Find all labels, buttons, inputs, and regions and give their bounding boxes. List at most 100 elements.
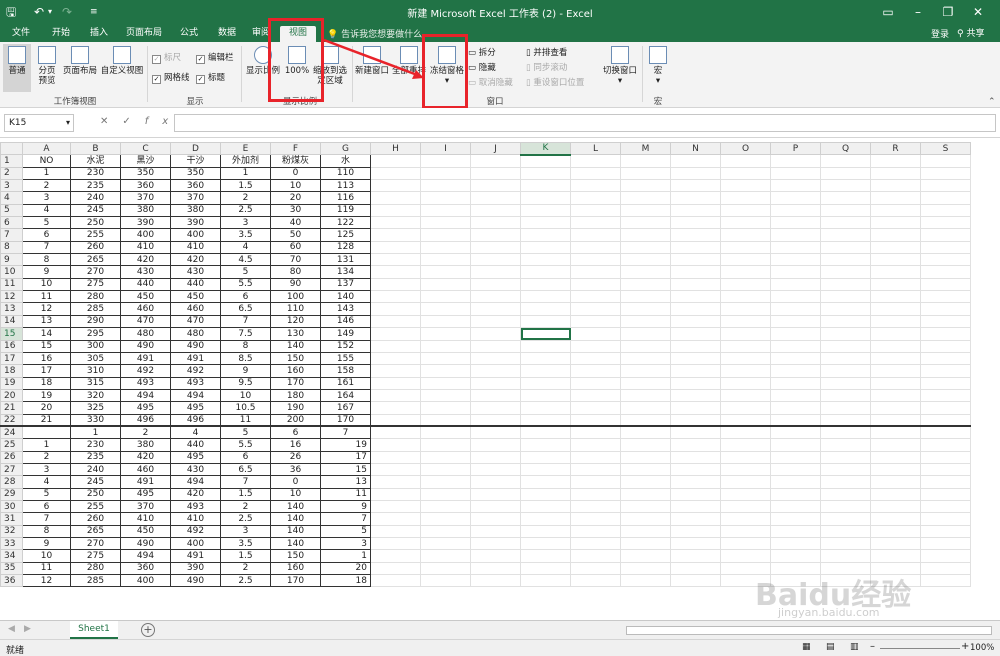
cell[interactable]: 140 xyxy=(270,499,321,514)
cell[interactable]: 10 xyxy=(270,487,321,501)
cell[interactable]: 7.5 xyxy=(220,327,271,341)
column-header[interactable]: N xyxy=(670,142,721,156)
cell[interactable] xyxy=(370,351,421,366)
cell[interactable] xyxy=(620,549,671,563)
cell[interactable] xyxy=(420,364,471,378)
cell[interactable] xyxy=(520,277,571,292)
cell[interactable]: 310 xyxy=(70,364,121,378)
cell[interactable] xyxy=(820,549,871,563)
cell[interactable]: 125 xyxy=(320,228,371,242)
cell[interactable]: 155 xyxy=(320,351,371,366)
cell[interactable] xyxy=(870,425,921,440)
page-layout-status-icon[interactable]: ▤ xyxy=(826,642,835,652)
cell[interactable] xyxy=(420,203,471,218)
cell[interactable] xyxy=(920,265,971,279)
cell[interactable]: 12 xyxy=(22,302,71,316)
cell[interactable] xyxy=(870,364,921,378)
cell[interactable] xyxy=(770,364,821,378)
cell[interactable]: 265 xyxy=(70,253,121,267)
cell[interactable] xyxy=(370,253,421,267)
row-header[interactable]: 20 xyxy=(0,388,23,403)
cell[interactable]: 6 xyxy=(270,425,321,440)
cell[interactable] xyxy=(920,574,971,588)
cell[interactable]: 360 xyxy=(170,179,221,193)
cell[interactable] xyxy=(570,154,621,168)
cell[interactable] xyxy=(370,388,421,403)
cell[interactable] xyxy=(420,512,471,526)
cell[interactable] xyxy=(820,351,871,366)
column-header[interactable]: M xyxy=(620,142,671,156)
cell[interactable]: 410 xyxy=(120,512,171,526)
cell[interactable]: 380 xyxy=(120,203,171,218)
cell[interactable]: 491 xyxy=(170,351,221,366)
cell[interactable]: 400 xyxy=(170,228,221,242)
cell[interactable]: 外加剂 xyxy=(220,154,271,168)
cell[interactable]: 7 xyxy=(22,512,71,526)
cell[interactable] xyxy=(520,191,571,205)
cell[interactable]: 330 xyxy=(70,413,121,427)
cell[interactable] xyxy=(370,413,421,427)
cell[interactable] xyxy=(720,314,771,329)
cell[interactable] xyxy=(570,388,621,403)
cell[interactable]: 110 xyxy=(270,302,321,316)
cell[interactable] xyxy=(370,228,421,242)
cell[interactable] xyxy=(770,154,821,168)
cell[interactable] xyxy=(520,425,571,440)
cell[interactable] xyxy=(570,524,621,539)
cell[interactable] xyxy=(920,290,971,304)
cell[interactable] xyxy=(570,499,621,514)
row-header[interactable]: 3 xyxy=(0,179,23,193)
cell[interactable] xyxy=(670,549,721,563)
cell[interactable] xyxy=(770,536,821,551)
cell[interactable] xyxy=(620,327,671,341)
cell[interactable]: 315 xyxy=(70,376,121,390)
cell[interactable] xyxy=(620,561,671,576)
row-header[interactable]: 26 xyxy=(0,450,23,464)
row-header[interactable]: 9 xyxy=(0,253,23,267)
cell[interactable] xyxy=(470,462,521,477)
row-header[interactable]: 24 xyxy=(0,425,23,440)
cell[interactable]: 410 xyxy=(170,512,221,526)
cell[interactable] xyxy=(770,499,821,514)
cell[interactable]: 490 xyxy=(120,339,171,353)
cell[interactable] xyxy=(620,339,671,353)
cell[interactable] xyxy=(670,574,721,588)
cell[interactable] xyxy=(520,351,571,366)
cell[interactable] xyxy=(870,413,921,427)
cell[interactable] xyxy=(420,561,471,576)
cell[interactable] xyxy=(720,475,771,489)
cell[interactable] xyxy=(420,524,471,539)
cell[interactable]: 9 xyxy=(320,499,371,514)
column-header[interactable]: H xyxy=(370,142,421,156)
cell[interactable] xyxy=(570,351,621,366)
cell[interactable] xyxy=(370,450,421,464)
cell[interactable]: 160 xyxy=(270,561,321,576)
cell[interactable] xyxy=(570,277,621,292)
zoom-slider[interactable] xyxy=(880,648,960,649)
cell[interactable]: 粉煤灰 xyxy=(270,154,321,168)
cell[interactable] xyxy=(620,388,671,403)
cell[interactable]: 0 xyxy=(270,475,321,489)
cell[interactable]: 干沙 xyxy=(170,154,221,168)
cell[interactable] xyxy=(770,240,821,255)
cell[interactable] xyxy=(920,499,971,514)
cell[interactable] xyxy=(570,561,621,576)
cell[interactable] xyxy=(670,462,721,477)
cell[interactable] xyxy=(520,561,571,576)
cell[interactable] xyxy=(370,376,421,390)
cell[interactable] xyxy=(920,438,971,452)
cell[interactable] xyxy=(670,524,721,539)
cell[interactable] xyxy=(870,499,921,514)
cell[interactable] xyxy=(470,413,521,427)
cell[interactable]: 410 xyxy=(170,240,221,255)
cell[interactable] xyxy=(520,240,571,255)
cell[interactable] xyxy=(870,203,921,218)
page-break-status-icon[interactable]: ▥ xyxy=(850,642,859,652)
cell[interactable]: 5 xyxy=(22,216,71,230)
select-all-corner[interactable] xyxy=(0,142,23,156)
cell[interactable] xyxy=(670,228,721,242)
cell[interactable] xyxy=(570,228,621,242)
cell[interactable] xyxy=(820,290,871,304)
cell[interactable]: 130 xyxy=(270,327,321,341)
cell[interactable]: 3 xyxy=(220,524,271,539)
